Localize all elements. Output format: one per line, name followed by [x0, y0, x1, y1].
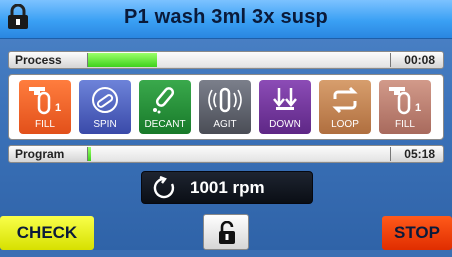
step-agit[interactable]: AGIT [199, 80, 251, 134]
step-sequence: 1 FILL SPIN DECANT AGIT DOWN LOOP 1 FILL [8, 74, 444, 140]
step-label: FILL [34, 119, 55, 130]
lock-icon[interactable] [4, 3, 32, 30]
rpm-display: 1001 rpm [141, 171, 313, 204]
rotate-icon [152, 175, 176, 200]
step-loop[interactable]: LOOP [319, 80, 371, 134]
stop-button[interactable]: STOP [382, 216, 452, 250]
check-button[interactable]: CHECK [0, 216, 94, 250]
unlock-button[interactable] [203, 214, 249, 250]
program-time: 05:18 [404, 147, 435, 161]
step-down[interactable]: DOWN [259, 80, 311, 134]
step-label: LOOP [331, 119, 359, 130]
device-screen: P1 wash 3ml 3x susp Process 00:08 1 FILL [0, 0, 452, 250]
step-fill-2[interactable]: 1 FILL [379, 80, 431, 134]
program-row: Program 05:18 [8, 145, 444, 163]
program-progress-bar [87, 147, 391, 161]
unlock-icon [217, 220, 237, 245]
process-row: Process 00:08 [8, 51, 444, 69]
program-label: Program [15, 147, 65, 161]
loop-icon [325, 85, 365, 115]
step-label: DECANT [144, 119, 186, 130]
step-spin[interactable]: SPIN [79, 80, 131, 134]
step-decant[interactable]: DECANT [139, 80, 191, 134]
faucet-tube-icon: 1 [25, 85, 65, 115]
process-progress-bar [87, 53, 391, 67]
step-label: DOWN [269, 119, 301, 130]
process-label: Process [15, 53, 62, 67]
step-label: AGIT [213, 119, 237, 130]
agitate-icon [205, 85, 245, 115]
program-progress-fill [88, 147, 92, 161]
faucet-tube-icon: 1 [385, 85, 425, 115]
title-bar: P1 wash 3ml 3x susp [0, 0, 452, 39]
process-time: 00:08 [404, 53, 435, 67]
spin-icon [85, 85, 125, 115]
svg-text:1: 1 [55, 102, 61, 114]
step-label: FILL [394, 119, 415, 130]
step-fill-1[interactable]: 1 FILL [19, 80, 71, 134]
down-arrows-icon [265, 85, 305, 115]
program-title: P1 wash 3ml 3x susp [124, 6, 328, 28]
step-label: SPIN [93, 119, 117, 130]
decant-icon [145, 85, 185, 115]
svg-text:1: 1 [415, 102, 421, 114]
rpm-value: 1001 rpm [190, 178, 265, 197]
process-progress-fill [88, 53, 158, 67]
